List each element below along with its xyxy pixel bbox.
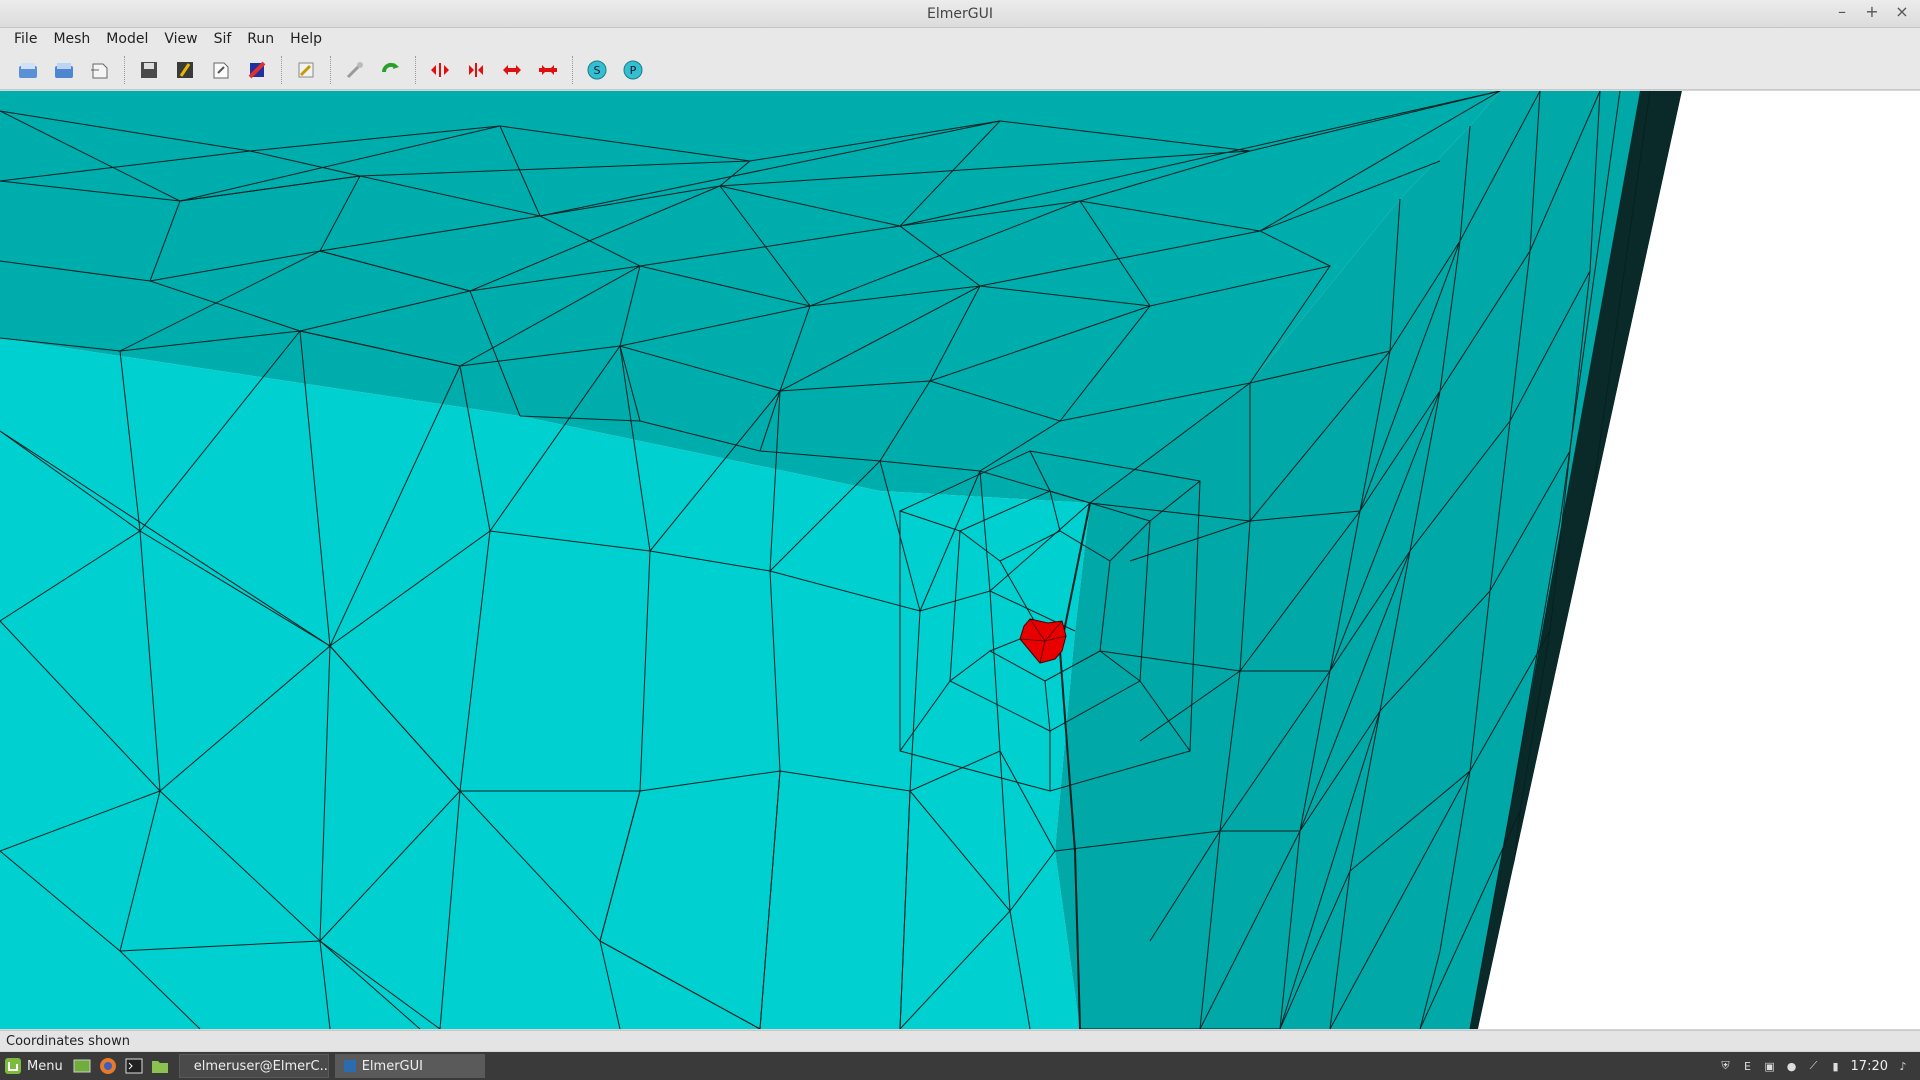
toolbar: S P — [0, 50, 1920, 90]
window-title: ElmerGUI — [927, 5, 993, 22]
divide-edge-button[interactable] — [498, 56, 526, 84]
title-bar: ElmerGUI – + × — [0, 0, 1920, 28]
terminal-icon — [125, 1058, 143, 1074]
save-button[interactable] — [135, 56, 163, 84]
taskbar-item-terminal[interactable]: elmeruser@ElmerC... — [178, 1054, 329, 1078]
toolbar-separator — [415, 55, 418, 84]
shield-icon[interactable]: ⛨ — [1719, 1059, 1733, 1073]
refresh-button[interactable] — [377, 56, 405, 84]
toolbar-separator — [330, 55, 333, 84]
load-icon — [55, 62, 73, 78]
close-button[interactable]: × — [1894, 3, 1910, 21]
start-solver-icon: S — [587, 60, 607, 79]
remesh-icon — [346, 61, 363, 78]
menu-bar: File Mesh Model View Sif Run Help — [0, 28, 1920, 50]
elmer-tray-icon[interactable]: E — [1741, 1059, 1755, 1073]
toolbar-separator — [572, 55, 575, 84]
svg-text:S: S — [594, 64, 601, 77]
save-as-icon — [177, 61, 193, 78]
toolbar-separator — [281, 55, 284, 84]
toolbar-separator — [124, 55, 127, 84]
window-controls: – + × — [1834, 3, 1910, 21]
save-as-button[interactable] — [171, 56, 199, 84]
open-button[interactable] — [14, 56, 42, 84]
taskbar: Menu elmeruser@ElmerC... ElmerGUI ⛨ E ▣ … — [0, 1052, 1920, 1080]
load-project-icon — [91, 63, 108, 78]
refresh-icon — [381, 62, 399, 72]
svg-text:P: P — [630, 64, 637, 77]
menu-help[interactable]: Help — [282, 31, 330, 47]
firefox-launcher[interactable] — [97, 1055, 119, 1077]
mesh-viewport[interactable] — [0, 91, 1920, 1029]
menu-view[interactable]: View — [156, 31, 205, 47]
unify-edge-icon — [539, 64, 557, 75]
save-project-icon — [213, 62, 229, 78]
status-text: Coordinates shown — [6, 1033, 131, 1049]
files-launcher[interactable] — [149, 1055, 171, 1077]
edit-definitions-button[interactable] — [292, 56, 320, 84]
volume-icon[interactable]: ♪ — [1896, 1059, 1910, 1073]
divide-edge-icon — [503, 64, 521, 75]
unify-surface-icon — [469, 62, 483, 77]
start-paraview-icon: P — [623, 60, 643, 79]
menu-mesh[interactable]: Mesh — [45, 31, 98, 47]
divide-surface-icon — [431, 62, 449, 77]
network-icon[interactable]: ⟋ — [1807, 1059, 1821, 1073]
surface-mesh-icon — [248, 61, 266, 78]
menu-run[interactable]: Run — [239, 31, 282, 47]
user-icon[interactable]: ● — [1785, 1059, 1799, 1073]
minimize-button[interactable]: – — [1834, 3, 1850, 21]
start-solver-button[interactable]: S — [583, 56, 611, 84]
remesh-button[interactable] — [341, 56, 369, 84]
taskbar-item-label: ElmerGUI — [361, 1058, 423, 1074]
taskbar-item-elmergui[interactable]: ElmerGUI — [334, 1054, 485, 1078]
firefox-icon — [99, 1058, 116, 1074]
menu-sif[interactable]: Sif — [206, 31, 240, 47]
save-project-button[interactable] — [207, 56, 235, 84]
menu-model[interactable]: Model — [98, 31, 156, 47]
desktop-icon — [73, 1059, 91, 1073]
elmergui-icon — [343, 1060, 356, 1072]
load-project-button[interactable] — [86, 56, 114, 84]
menu-file[interactable]: File — [6, 31, 45, 47]
maximize-button[interactable]: + — [1864, 3, 1880, 21]
unify-edge-button[interactable] — [534, 56, 562, 84]
start-menu-label: Menu — [27, 1058, 63, 1074]
taskbar-item-label: elmeruser@ElmerC... — [193, 1058, 329, 1074]
save-icon — [141, 61, 157, 78]
folder-icon — [151, 1061, 168, 1073]
show-desktop-button[interactable] — [71, 1055, 93, 1077]
battery-icon[interactable]: ▮ — [1829, 1059, 1843, 1073]
mint-logo-icon — [5, 1058, 21, 1074]
unify-surface-button[interactable] — [462, 56, 490, 84]
system-tray: ⛨ E ▣ ● ⟋ ▮ 17:20 ♪ — [1719, 1059, 1920, 1074]
open-icon — [19, 62, 37, 78]
terminal-launcher[interactable] — [123, 1055, 145, 1077]
surface-mesh-button[interactable] — [243, 56, 271, 84]
status-bar: Coordinates shown — [0, 1030, 1920, 1051]
start-menu-button[interactable]: Menu — [0, 1054, 69, 1078]
mesh-canvas[interactable] — [0, 91, 1920, 1029]
edit-definitions-icon — [298, 62, 314, 77]
load-button[interactable] — [50, 56, 78, 84]
start-paraview-button[interactable]: P — [619, 56, 647, 84]
divide-surface-button[interactable] — [426, 56, 454, 84]
clock[interactable]: 17:20 — [1851, 1059, 1888, 1074]
clipboard-icon[interactable]: ▣ — [1763, 1059, 1777, 1073]
